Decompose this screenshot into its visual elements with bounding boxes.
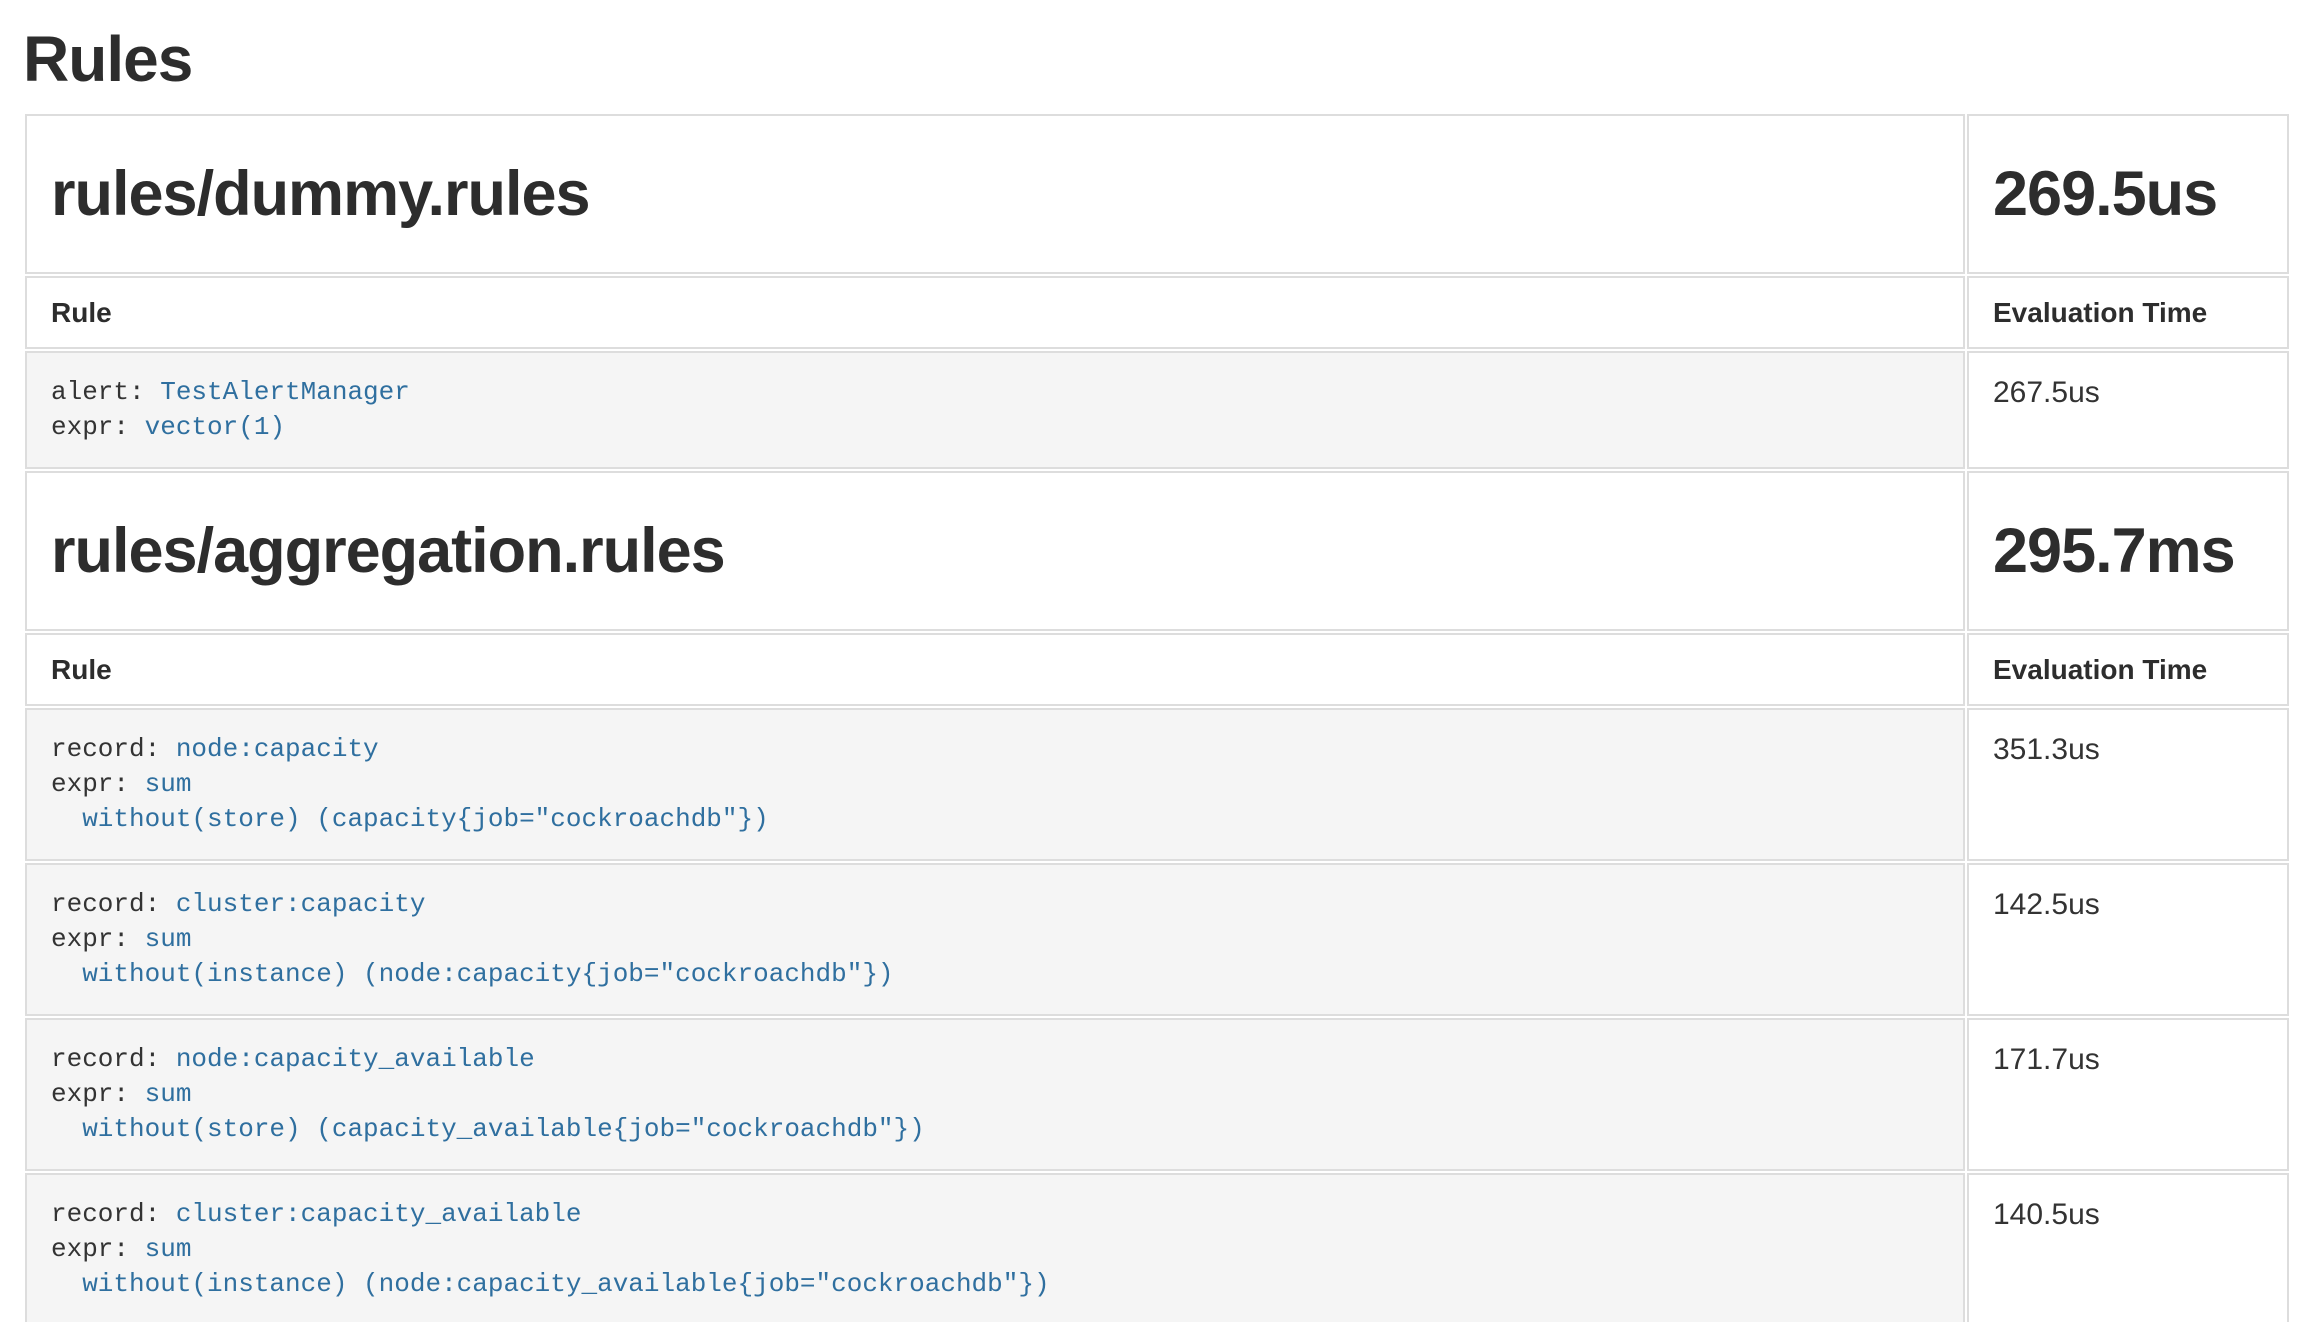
rule-keyword: record:	[51, 1199, 176, 1229]
rule-evaluation-time: 351.3us	[1967, 708, 2289, 861]
rule-code-line: alert: TestAlertManager	[51, 375, 1939, 410]
rule-row: record: node:capacity_available expr: su…	[25, 1018, 2289, 1171]
rule-definition: alert: TestAlertManager expr: vector(1)	[25, 351, 1965, 469]
rule-code-line: expr: vector(1)	[51, 410, 1939, 445]
rule-keyword: expr:	[51, 1079, 145, 1109]
rule-expr-link[interactable]: sum	[145, 769, 192, 799]
rule-expr-link[interactable]: sum	[145, 1234, 192, 1264]
rule-expr-link[interactable]: sum	[145, 1079, 192, 1109]
rule-expr-link[interactable]: without(store) (capacity_available{job="…	[51, 1114, 925, 1144]
rule-code-line: expr: sum	[51, 767, 1939, 802]
rule-group-header-row: rules/dummy.rules 269.5us	[25, 114, 2289, 274]
rule-expr-link[interactable]: vector(1)	[145, 412, 285, 442]
rule-name-link[interactable]: node:capacity_available	[176, 1044, 535, 1074]
rule-code-line: without(store) (capacity_available{job="…	[51, 1112, 1939, 1147]
rule-code-line: record: node:capacity	[51, 732, 1939, 767]
rule-name-link[interactable]: cluster:capacity_available	[176, 1199, 582, 1229]
rule-keyword: record:	[51, 889, 176, 919]
column-header-rule: Rule	[25, 276, 1965, 349]
rule-keyword: expr:	[51, 1234, 145, 1264]
rule-expr-link[interactable]: without(instance) (node:capacity{job="co…	[51, 959, 894, 989]
rule-code-line: record: node:capacity_available	[51, 1042, 1939, 1077]
column-header-rule: Rule	[25, 633, 1965, 706]
column-header-evaluation-time: Evaluation Time	[1967, 633, 2289, 706]
rule-definition: record: cluster:capacity expr: sum witho…	[25, 863, 1965, 1016]
column-header-evaluation-time: Evaluation Time	[1967, 276, 2289, 349]
rule-name-link[interactable]: node:capacity	[176, 734, 379, 764]
rule-row: record: cluster:capacity_available expr:…	[25, 1173, 2289, 1322]
rule-code-line: expr: sum	[51, 1077, 1939, 1112]
rule-keyword: alert:	[51, 377, 160, 407]
rule-code-line: without(instance) (node:capacity{job="co…	[51, 957, 1939, 992]
rules-page: Rules rules/dummy.rules 269.5us Rule Eva…	[0, 18, 2316, 1322]
rule-keyword: expr:	[51, 769, 145, 799]
rule-keyword: record:	[51, 734, 176, 764]
rule-file-name: rules/aggregation.rules	[25, 471, 1965, 631]
rule-row: record: cluster:capacity expr: sum witho…	[25, 863, 2289, 1016]
rules-table: rules/dummy.rules 269.5us Rule Evaluatio…	[23, 112, 2291, 1322]
rule-file-name: rules/dummy.rules	[25, 114, 1965, 274]
rule-code-line: without(store) (capacity{job="cockroachd…	[51, 802, 1939, 837]
rule-code-line: record: cluster:capacity_available	[51, 1197, 1939, 1232]
rule-row: record: node:capacity expr: sum without(…	[25, 708, 2289, 861]
rule-definition: record: node:capacity_available expr: su…	[25, 1018, 1965, 1171]
rule-keyword: record:	[51, 1044, 176, 1074]
rule-code-line: without(instance) (node:capacity_availab…	[51, 1267, 1939, 1302]
column-header-row: Rule Evaluation Time	[25, 633, 2289, 706]
rule-code-line: record: cluster:capacity	[51, 887, 1939, 922]
rule-expr-link[interactable]: without(store) (capacity{job="cockroachd…	[51, 804, 769, 834]
rule-code-line: expr: sum	[51, 1232, 1939, 1267]
rule-name-link[interactable]: TestAlertManager	[160, 377, 410, 407]
rule-keyword: expr:	[51, 412, 145, 442]
rule-definition: record: node:capacity expr: sum without(…	[25, 708, 1965, 861]
rule-file-total-evaluation-time: 295.7ms	[1967, 471, 2289, 631]
rule-evaluation-time: 267.5us	[1967, 351, 2289, 469]
rule-file-total-evaluation-time: 269.5us	[1967, 114, 2289, 274]
rule-group-header-row: rules/aggregation.rules 295.7ms	[25, 471, 2289, 631]
rule-evaluation-time: 140.5us	[1967, 1173, 2289, 1322]
page-title: Rules	[23, 18, 2293, 101]
rule-row: alert: TestAlertManager expr: vector(1) …	[25, 351, 2289, 469]
rule-evaluation-time: 142.5us	[1967, 863, 2289, 1016]
rule-name-link[interactable]: cluster:capacity	[176, 889, 426, 919]
rule-keyword: expr:	[51, 924, 145, 954]
rule-definition: record: cluster:capacity_available expr:…	[25, 1173, 1965, 1322]
rule-code-line: expr: sum	[51, 922, 1939, 957]
column-header-row: Rule Evaluation Time	[25, 276, 2289, 349]
rule-expr-link[interactable]: sum	[145, 924, 192, 954]
rule-evaluation-time: 171.7us	[1967, 1018, 2289, 1171]
rule-expr-link[interactable]: without(instance) (node:capacity_availab…	[51, 1269, 1050, 1299]
